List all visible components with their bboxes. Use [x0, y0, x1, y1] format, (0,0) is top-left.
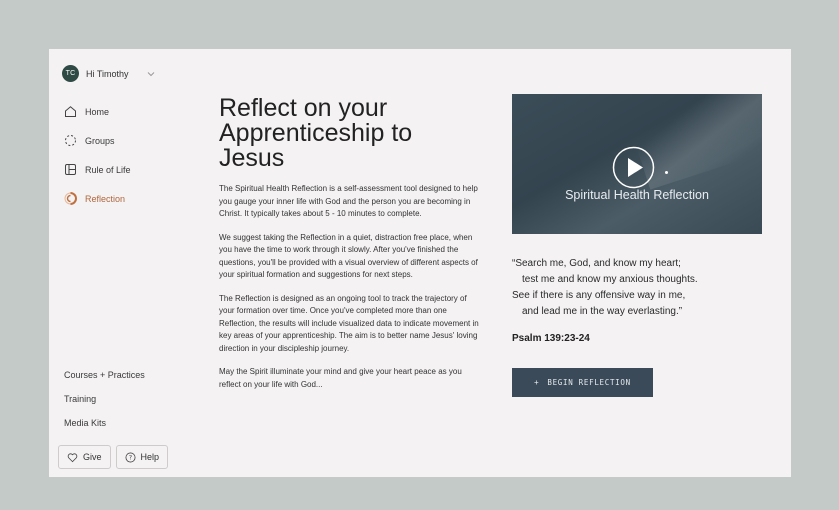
play-icon[interactable] — [612, 146, 655, 189]
groups-icon — [65, 135, 76, 146]
home-icon — [65, 106, 76, 117]
description: The Spiritual Health Reflection is a sel… — [219, 183, 481, 402]
paragraph: The Reflection is designed as an ongoing… — [219, 293, 479, 353]
help-button[interactable]: ? Help — [115, 445, 169, 469]
secondary-links: Courses + Practices Training Media Kits — [64, 370, 145, 442]
paragraph: May the Spirit illuminate your mind and … — [219, 367, 462, 389]
user-greeting: Hi Timothy — [86, 68, 129, 79]
link-training[interactable]: Training — [64, 394, 145, 406]
sidebar-item-home[interactable]: Home — [64, 104, 131, 119]
scripture-reference: Psalm 139:23-24 — [512, 333, 590, 344]
svg-text:?: ? — [128, 453, 131, 461]
give-button[interactable]: Give — [58, 445, 111, 469]
sidebar-nav: Home Groups Rule of Life Reflection — [64, 104, 131, 220]
reflection-icon — [64, 192, 77, 205]
give-label: Give — [83, 452, 102, 462]
video-player[interactable]: Spiritual Health Reflection — [512, 94, 762, 234]
help-icon: ? — [125, 452, 136, 462]
page-title: Reflect on your Apprenticeship to Jesus — [219, 94, 413, 172]
sidebar-item-reflection[interactable]: Reflection — [64, 191, 131, 206]
rule-of-life-icon — [65, 164, 76, 175]
sidebar-item-label: Rule of Life — [85, 164, 131, 175]
link-courses-practices[interactable]: Courses + Practices — [64, 370, 145, 382]
link-media-kits[interactable]: Media Kits — [64, 418, 145, 430]
avatar: TC — [62, 65, 79, 82]
begin-reflection-label: BEGIN REFLECTION — [547, 378, 631, 387]
plus-icon: + — [534, 378, 540, 387]
sidebar-item-rule-of-life[interactable]: Rule of Life — [64, 162, 131, 177]
paragraph: We suggest taking the Reflection in a qu… — [219, 232, 478, 280]
video-caption: Spiritual Health Reflection — [565, 188, 709, 202]
heart-icon — [67, 452, 78, 462]
app-window: TC Hi Timothy Home Groups Rule of Life R… — [49, 49, 791, 477]
user-menu[interactable]: TC Hi Timothy — [62, 65, 156, 82]
chevron-down-icon — [147, 71, 154, 76]
scripture-quote: “Search me, God, and know my heart; test… — [512, 256, 742, 320]
sidebar-item-groups[interactable]: Groups — [64, 133, 131, 148]
footer-buttons: Give ? Help — [58, 445, 169, 469]
begin-reflection-button[interactable]: + BEGIN REFLECTION — [512, 368, 653, 397]
quote-line: and lead me in the way everlasting.” — [522, 306, 683, 317]
sidebar-item-label: Groups — [85, 135, 115, 146]
sidebar-item-label: Reflection — [85, 193, 126, 204]
paragraph: The Spiritual Health Reflection is a sel… — [219, 184, 478, 218]
quote-line: test me and know my anxious thoughts. — [522, 274, 698, 285]
quote-line: “Search me, God, and know my heart; — [512, 258, 681, 269]
help-label: Help — [140, 452, 160, 462]
sidebar-item-label: Home — [85, 106, 110, 117]
quote-line: See if there is any offensive way in me, — [512, 290, 686, 301]
decorative-dot — [665, 171, 668, 174]
